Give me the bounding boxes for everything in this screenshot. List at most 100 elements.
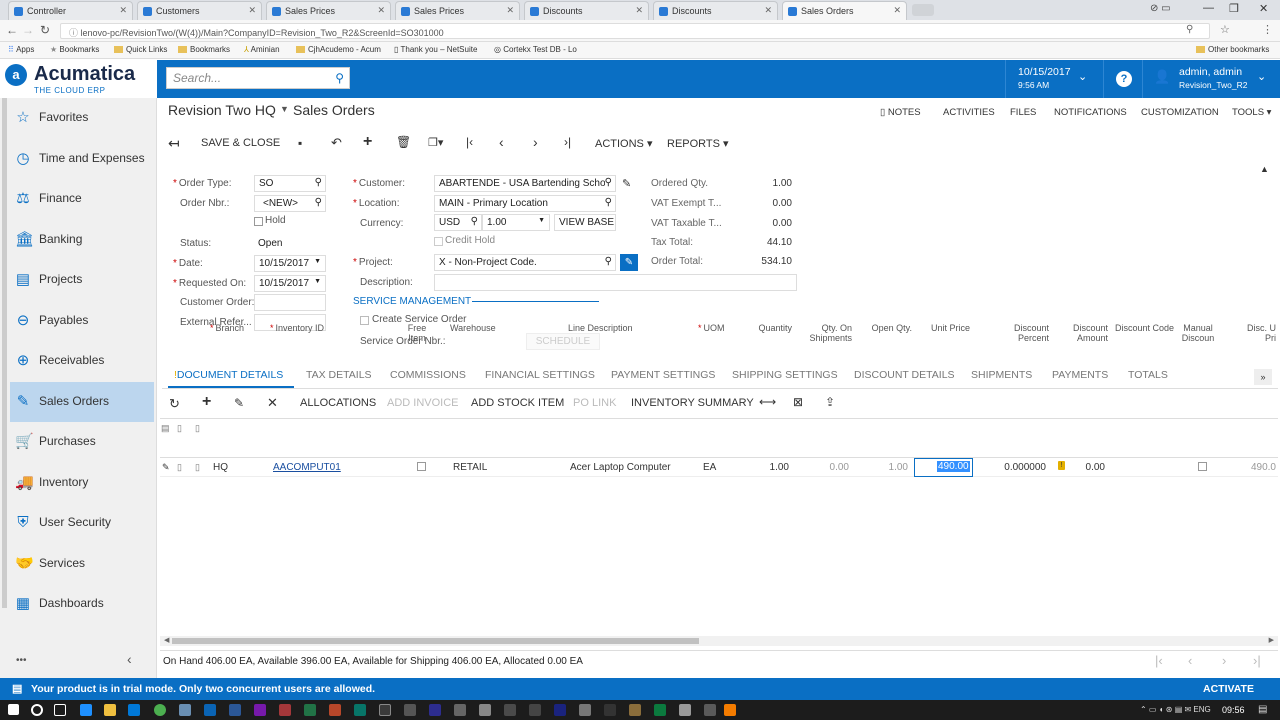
- edit-row-icon[interactable]: ✎: [234, 396, 244, 410]
- sidebar-item-time-and-expenses[interactable]: ◷ Time and Expenses: [10, 139, 154, 179]
- bookmark-item[interactable]: ◎ Cortekx Test DB - Lo: [494, 45, 577, 54]
- delete-icon[interactable]: 🗑: [396, 135, 411, 149]
- onenote-app-icon[interactable]: [254, 704, 266, 716]
- column-header[interactable]: Discount Percent: [990, 323, 1049, 343]
- order-nbr-field[interactable]: <NEW> ⚲: [254, 195, 326, 212]
- close-tab-icon[interactable]: ✕: [893, 5, 901, 16]
- browser-tab[interactable]: Discounts ✕: [524, 1, 649, 20]
- cell-quantity[interactable]: 1.00: [740, 462, 789, 473]
- horizontal-scrollbar[interactable]: ◀ ▶: [160, 636, 1278, 646]
- url-input[interactable]: ⓘ lenovo-pc/RevisionTwo/(W(4))/Main?Comp…: [60, 23, 1210, 39]
- sidebar-item-inventory[interactable]: 🚚 Inventory: [10, 463, 154, 503]
- close-tab-icon[interactable]: ✕: [764, 5, 772, 16]
- user-menu-chevron-icon[interactable]: ⌄: [1257, 70, 1266, 83]
- view-base-button[interactable]: VIEW BASE: [554, 214, 616, 231]
- add-icon[interactable]: +: [363, 133, 372, 151]
- search-icon[interactable]: ⚲: [335, 71, 344, 85]
- last-record-icon[interactable]: ›|: [564, 135, 571, 149]
- acumatica-logo[interactable]: a Acumatica THE CLOUD ERP: [0, 60, 157, 98]
- store-app-icon[interactable]: [128, 704, 140, 716]
- requested-on-field[interactable]: 10/15/2017 ▼: [254, 275, 326, 292]
- bookmark-item[interactable]: ▯ Thank you – NetSuite: [394, 45, 477, 54]
- column-header[interactable]: Line Description: [568, 323, 633, 333]
- notifications-link[interactable]: NOTIFICATIONS: [1054, 107, 1127, 118]
- collapse-sidebar-icon[interactable]: ‹: [127, 651, 132, 667]
- column-header[interactable]: Unit Price: [920, 323, 970, 333]
- reload-icon[interactable]: ↻: [40, 23, 50, 37]
- delete-row-icon[interactable]: ✕: [267, 395, 278, 411]
- row-attachment-icon[interactable]: ▯: [177, 462, 182, 473]
- row-note-icon[interactable]: ▯: [195, 462, 200, 473]
- po-link-button[interactable]: PO LINK: [573, 397, 616, 409]
- close-tab-icon[interactable]: ✕: [119, 5, 127, 16]
- app-icon[interactable]: [404, 704, 416, 716]
- tab-financial-settings[interactable]: FINANCIAL SETTINGS: [485, 369, 595, 381]
- export-excel-icon[interactable]: ⊠: [793, 395, 803, 409]
- description-field[interactable]: [434, 274, 797, 291]
- tab-tax-details[interactable]: TAX DETAILS: [306, 369, 372, 381]
- create-service-order-checkbox[interactable]: [360, 316, 369, 325]
- column-header[interactable]: Warehouse: [450, 323, 496, 333]
- browser-tab[interactable]: Controller ✕: [8, 1, 133, 20]
- project-field[interactable]: X - Non-Project Code. ⚲: [434, 254, 616, 271]
- app-icon[interactable]: [554, 704, 566, 716]
- collapse-header-icon[interactable]: ▲: [1260, 164, 1269, 174]
- app-icon[interactable]: [379, 704, 391, 716]
- tab-discount-details[interactable]: DISCOUNT DETAILS: [854, 369, 955, 381]
- upload-icon[interactable]: ⇪: [825, 395, 835, 409]
- access-app-icon[interactable]: [279, 704, 291, 716]
- inventory-summary-button[interactable]: INVENTORY SUMMARY: [631, 397, 754, 409]
- actions-menu[interactable]: ACTIONS ▾: [595, 137, 652, 150]
- save-icon[interactable]: ▪: [298, 136, 302, 150]
- column-header[interactable]: Quantity: [750, 323, 792, 333]
- cell-discount-amount[interactable]: 0.00: [1075, 462, 1105, 473]
- forward-icon[interactable]: →: [22, 23, 34, 37]
- app-icon[interactable]: [529, 704, 541, 716]
- user-name[interactable]: admin, admin: [1179, 66, 1242, 78]
- customization-link[interactable]: CUSTOMIZATION: [1141, 107, 1219, 118]
- save-close-button[interactable]: SAVE & CLOSE: [201, 137, 280, 149]
- refresh-icon[interactable]: ↻: [169, 396, 180, 412]
- schedule-button[interactable]: SCHEDULE: [526, 333, 600, 350]
- help-icon[interactable]: ?: [1116, 71, 1132, 87]
- bookmark-star-icon[interactable]: ☆: [1220, 23, 1230, 36]
- hold-checkbox[interactable]: [254, 217, 263, 226]
- credit-hold-checkbox[interactable]: [434, 237, 443, 246]
- order-type-field[interactable]: SO ⚲: [254, 175, 326, 192]
- windows-start-icon[interactable]: [8, 704, 19, 715]
- column-header[interactable]: Open Qty.: [860, 323, 912, 333]
- app-icon[interactable]: [604, 704, 616, 716]
- first-record-icon[interactable]: |‹: [466, 135, 473, 149]
- sidebar-item-payables[interactable]: ⊖ Payables: [10, 301, 154, 341]
- grid-next-page-icon[interactable]: ›: [1222, 653, 1226, 668]
- bookmark-other[interactable]: Other bookmarks: [1196, 45, 1269, 54]
- cell-unit-price[interactable]: 490.00: [936, 460, 971, 473]
- reports-menu[interactable]: REPORTS ▾: [667, 137, 729, 150]
- column-header[interactable]: Inventory ID: [270, 323, 325, 333]
- tab-totals[interactable]: TOTALS: [1128, 369, 1168, 381]
- column-header[interactable]: UOM: [698, 323, 725, 333]
- column-header[interactable]: Branch: [210, 323, 245, 333]
- sidebar-item-banking[interactable]: 🏛 Banking: [10, 220, 154, 260]
- allocations-button[interactable]: ALLOCATIONS: [300, 397, 376, 409]
- browser-tab-active[interactable]: Sales Orders ✕: [782, 1, 907, 20]
- cell-uom[interactable]: EA: [703, 462, 716, 473]
- tab-document-details[interactable]: !DOCUMENT DETAILS: [174, 369, 283, 381]
- app-icon[interactable]: [429, 704, 441, 716]
- undo-icon[interactable]: ↶: [331, 135, 342, 151]
- bookmark-folder[interactable]: Quick Links: [114, 45, 167, 54]
- tabs-overflow-icon[interactable]: »: [1254, 369, 1272, 385]
- new-tab-button[interactable]: [912, 4, 934, 16]
- cell-warehouse[interactable]: RETAIL: [453, 462, 487, 473]
- close-tab-icon[interactable]: ✕: [506, 5, 514, 16]
- app-icon[interactable]: [629, 704, 641, 716]
- column-header[interactable]: Free Item: [405, 323, 429, 343]
- service-management-group[interactable]: SERVICE MANAGEMENT: [353, 296, 471, 307]
- sidebar-item-sales-orders[interactable]: ✎ Sales Orders: [10, 381, 154, 422]
- edit-customer-icon[interactable]: ✎: [622, 177, 631, 190]
- activate-button[interactable]: ACTIVATE: [1203, 683, 1254, 695]
- next-record-icon[interactable]: ›: [533, 134, 538, 150]
- app-icon[interactable]: [479, 704, 491, 716]
- grid-settings-icon[interactable]: ▤: [161, 423, 170, 434]
- unit-price-editor[interactable]: 490.00: [914, 458, 973, 477]
